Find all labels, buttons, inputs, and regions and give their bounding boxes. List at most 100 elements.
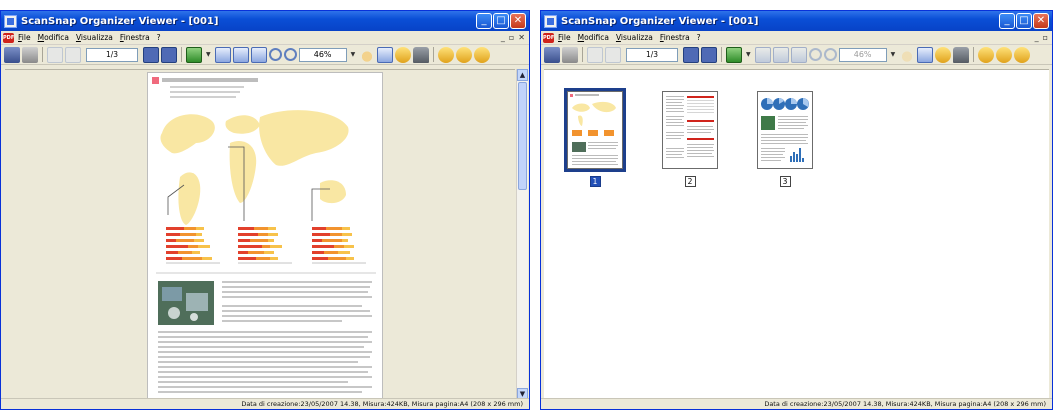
save-icon[interactable]: [544, 46, 560, 63]
zoom-field[interactable]: 46%: [298, 47, 347, 62]
minimize-button[interactable]: _: [476, 13, 492, 29]
title-bar[interactable]: ScanSnap Organizer Viewer - [001] _ □ ✕: [541, 11, 1052, 31]
zoom-in-icon[interactable]: [808, 48, 822, 61]
view-mode-icon[interactable]: [726, 46, 742, 63]
page-number-field[interactable]: 1/3: [86, 47, 138, 62]
next-page-icon[interactable]: [683, 46, 699, 63]
menu-bar: PDF File Modifica Visualizza Finestra ? …: [1, 31, 529, 45]
close-button[interactable]: ✕: [510, 13, 526, 29]
previous-page-icon[interactable]: [65, 46, 81, 63]
zoom-area-icon[interactable]: [377, 46, 394, 63]
close-button[interactable]: ✕: [1033, 13, 1049, 29]
view-mode-icon[interactable]: [186, 46, 202, 63]
pdf-icon: PDF: [3, 32, 15, 43]
fit-width-icon[interactable]: [214, 46, 231, 63]
mdi-restore-icon[interactable]: ▫: [509, 33, 514, 42]
chevron-down-icon[interactable]: ▼: [351, 51, 356, 58]
undo-icon[interactable]: [395, 46, 412, 63]
zoom-out-icon[interactable]: [283, 48, 297, 61]
scroll-thumb[interactable]: [518, 82, 527, 190]
print-icon[interactable]: [22, 46, 38, 63]
menu-modifica[interactable]: Modifica: [578, 33, 609, 42]
menu-file[interactable]: File: [18, 33, 31, 42]
header-subline: [170, 96, 236, 98]
hand-tool-icon[interactable]: [359, 46, 376, 63]
maximize-button[interactable]: □: [1016, 13, 1032, 29]
toolbar: 1/3 ▼ 46% ▼: [541, 45, 1052, 65]
thumbnail-image: [662, 91, 718, 169]
thumbnail-frame[interactable]: [564, 88, 626, 172]
status-bar: Data di creazione:23/05/2007 14.38, Misu…: [1, 398, 529, 409]
print-icon[interactable]: [562, 46, 578, 63]
toolbar-separator: [433, 47, 435, 62]
undo-icon[interactable]: [935, 46, 952, 63]
rotate-left-icon[interactable]: [438, 46, 455, 63]
fit-height-icon[interactable]: [232, 46, 249, 63]
zoom-out-icon[interactable]: [823, 48, 837, 61]
menu-modifica[interactable]: Modifica: [38, 33, 69, 42]
world-map: [160, 110, 349, 225]
mdi-minimize-icon[interactable]: _: [501, 33, 505, 42]
zoom-area-icon[interactable]: [917, 46, 934, 63]
thumbnail-number: 2: [684, 176, 696, 187]
viewer-window-thumbnail-view[interactable]: ScanSnap Organizer Viewer - [001] _ □ ✕ …: [540, 10, 1053, 410]
viewer-window-page-view[interactable]: ScanSnap Organizer Viewer - [001] _ □ ✕ …: [0, 10, 530, 410]
fit-page-icon[interactable]: [250, 46, 267, 63]
page-number-field[interactable]: 1/3: [626, 47, 678, 62]
thumbnail-page-1[interactable]: 1: [564, 88, 626, 187]
menu-visualizza[interactable]: Visualizza: [76, 33, 113, 42]
thumbnail-page-3[interactable]: 3: [754, 88, 816, 187]
menu-finestra[interactable]: Finestra: [120, 33, 150, 42]
mdi-minimize-icon[interactable]: _: [1035, 33, 1039, 42]
delete-icon[interactable]: [953, 46, 970, 63]
rotate-180-icon[interactable]: [474, 46, 491, 63]
chevron-down-icon[interactable]: ▼: [746, 51, 751, 58]
menu-file[interactable]: File: [558, 33, 571, 42]
mdi-restore-icon[interactable]: ▫: [1043, 33, 1048, 42]
thumbnail-page-2[interactable]: 2: [659, 88, 721, 187]
first-page-icon[interactable]: [47, 46, 63, 63]
thumbnail-view-area[interactable]: 1 2 3: [544, 69, 1049, 400]
zoom-field[interactable]: 46%: [838, 47, 887, 62]
hand-tool-icon[interactable]: [899, 46, 916, 63]
header-title-line: [162, 78, 258, 82]
thumbnail-frame[interactable]: [754, 88, 816, 172]
vertical-scrollbar[interactable]: ▲ ▼: [516, 69, 528, 400]
last-page-icon[interactable]: [701, 46, 717, 63]
document-page: [147, 72, 383, 401]
toolbar-separator: [181, 47, 182, 62]
save-icon[interactable]: [4, 46, 20, 63]
fit-page-icon[interactable]: [790, 46, 807, 63]
page-view-area[interactable]: [5, 69, 515, 401]
zoom-in-icon[interactable]: [268, 48, 282, 61]
status-bar: Data di creazione:23/05/2007 14.38, Misu…: [541, 398, 1052, 409]
fit-height-icon[interactable]: [772, 46, 789, 63]
delete-icon[interactable]: [413, 46, 430, 63]
pdf-icon: PDF: [543, 32, 555, 43]
app-icon: [4, 14, 17, 28]
fit-width-icon[interactable]: [754, 46, 771, 63]
previous-page-icon[interactable]: [605, 46, 621, 63]
rotate-180-icon[interactable]: [1014, 46, 1031, 63]
chevron-down-icon[interactable]: ▼: [891, 51, 896, 58]
thumbnail-frame[interactable]: [659, 88, 721, 172]
next-page-icon[interactable]: [143, 46, 159, 63]
menu-finestra[interactable]: Finestra: [660, 33, 690, 42]
chevron-down-icon[interactable]: ▼: [206, 51, 211, 58]
rotate-right-icon[interactable]: [456, 46, 473, 63]
last-page-icon[interactable]: [161, 46, 177, 63]
rotate-left-icon[interactable]: [978, 46, 995, 63]
title-bar[interactable]: ScanSnap Organizer Viewer - [001] _ □ ✕: [1, 11, 529, 31]
mdi-close-icon[interactable]: ✕: [518, 33, 525, 42]
menu-visualizza[interactable]: Visualizza: [616, 33, 653, 42]
scroll-up-icon[interactable]: ▲: [517, 69, 528, 81]
menu-help[interactable]: ?: [157, 33, 161, 42]
window-title: ScanSnap Organizer Viewer - [001]: [21, 15, 219, 27]
rotate-right-icon[interactable]: [996, 46, 1013, 63]
minimize-button[interactable]: _: [999, 13, 1015, 29]
maximize-button[interactable]: □: [493, 13, 509, 29]
menu-help[interactable]: ?: [697, 33, 701, 42]
thumbnail-image: [567, 91, 623, 169]
menu-bar: PDF File Modifica Visualizza Finestra ? …: [541, 31, 1052, 45]
first-page-icon[interactable]: [587, 46, 603, 63]
